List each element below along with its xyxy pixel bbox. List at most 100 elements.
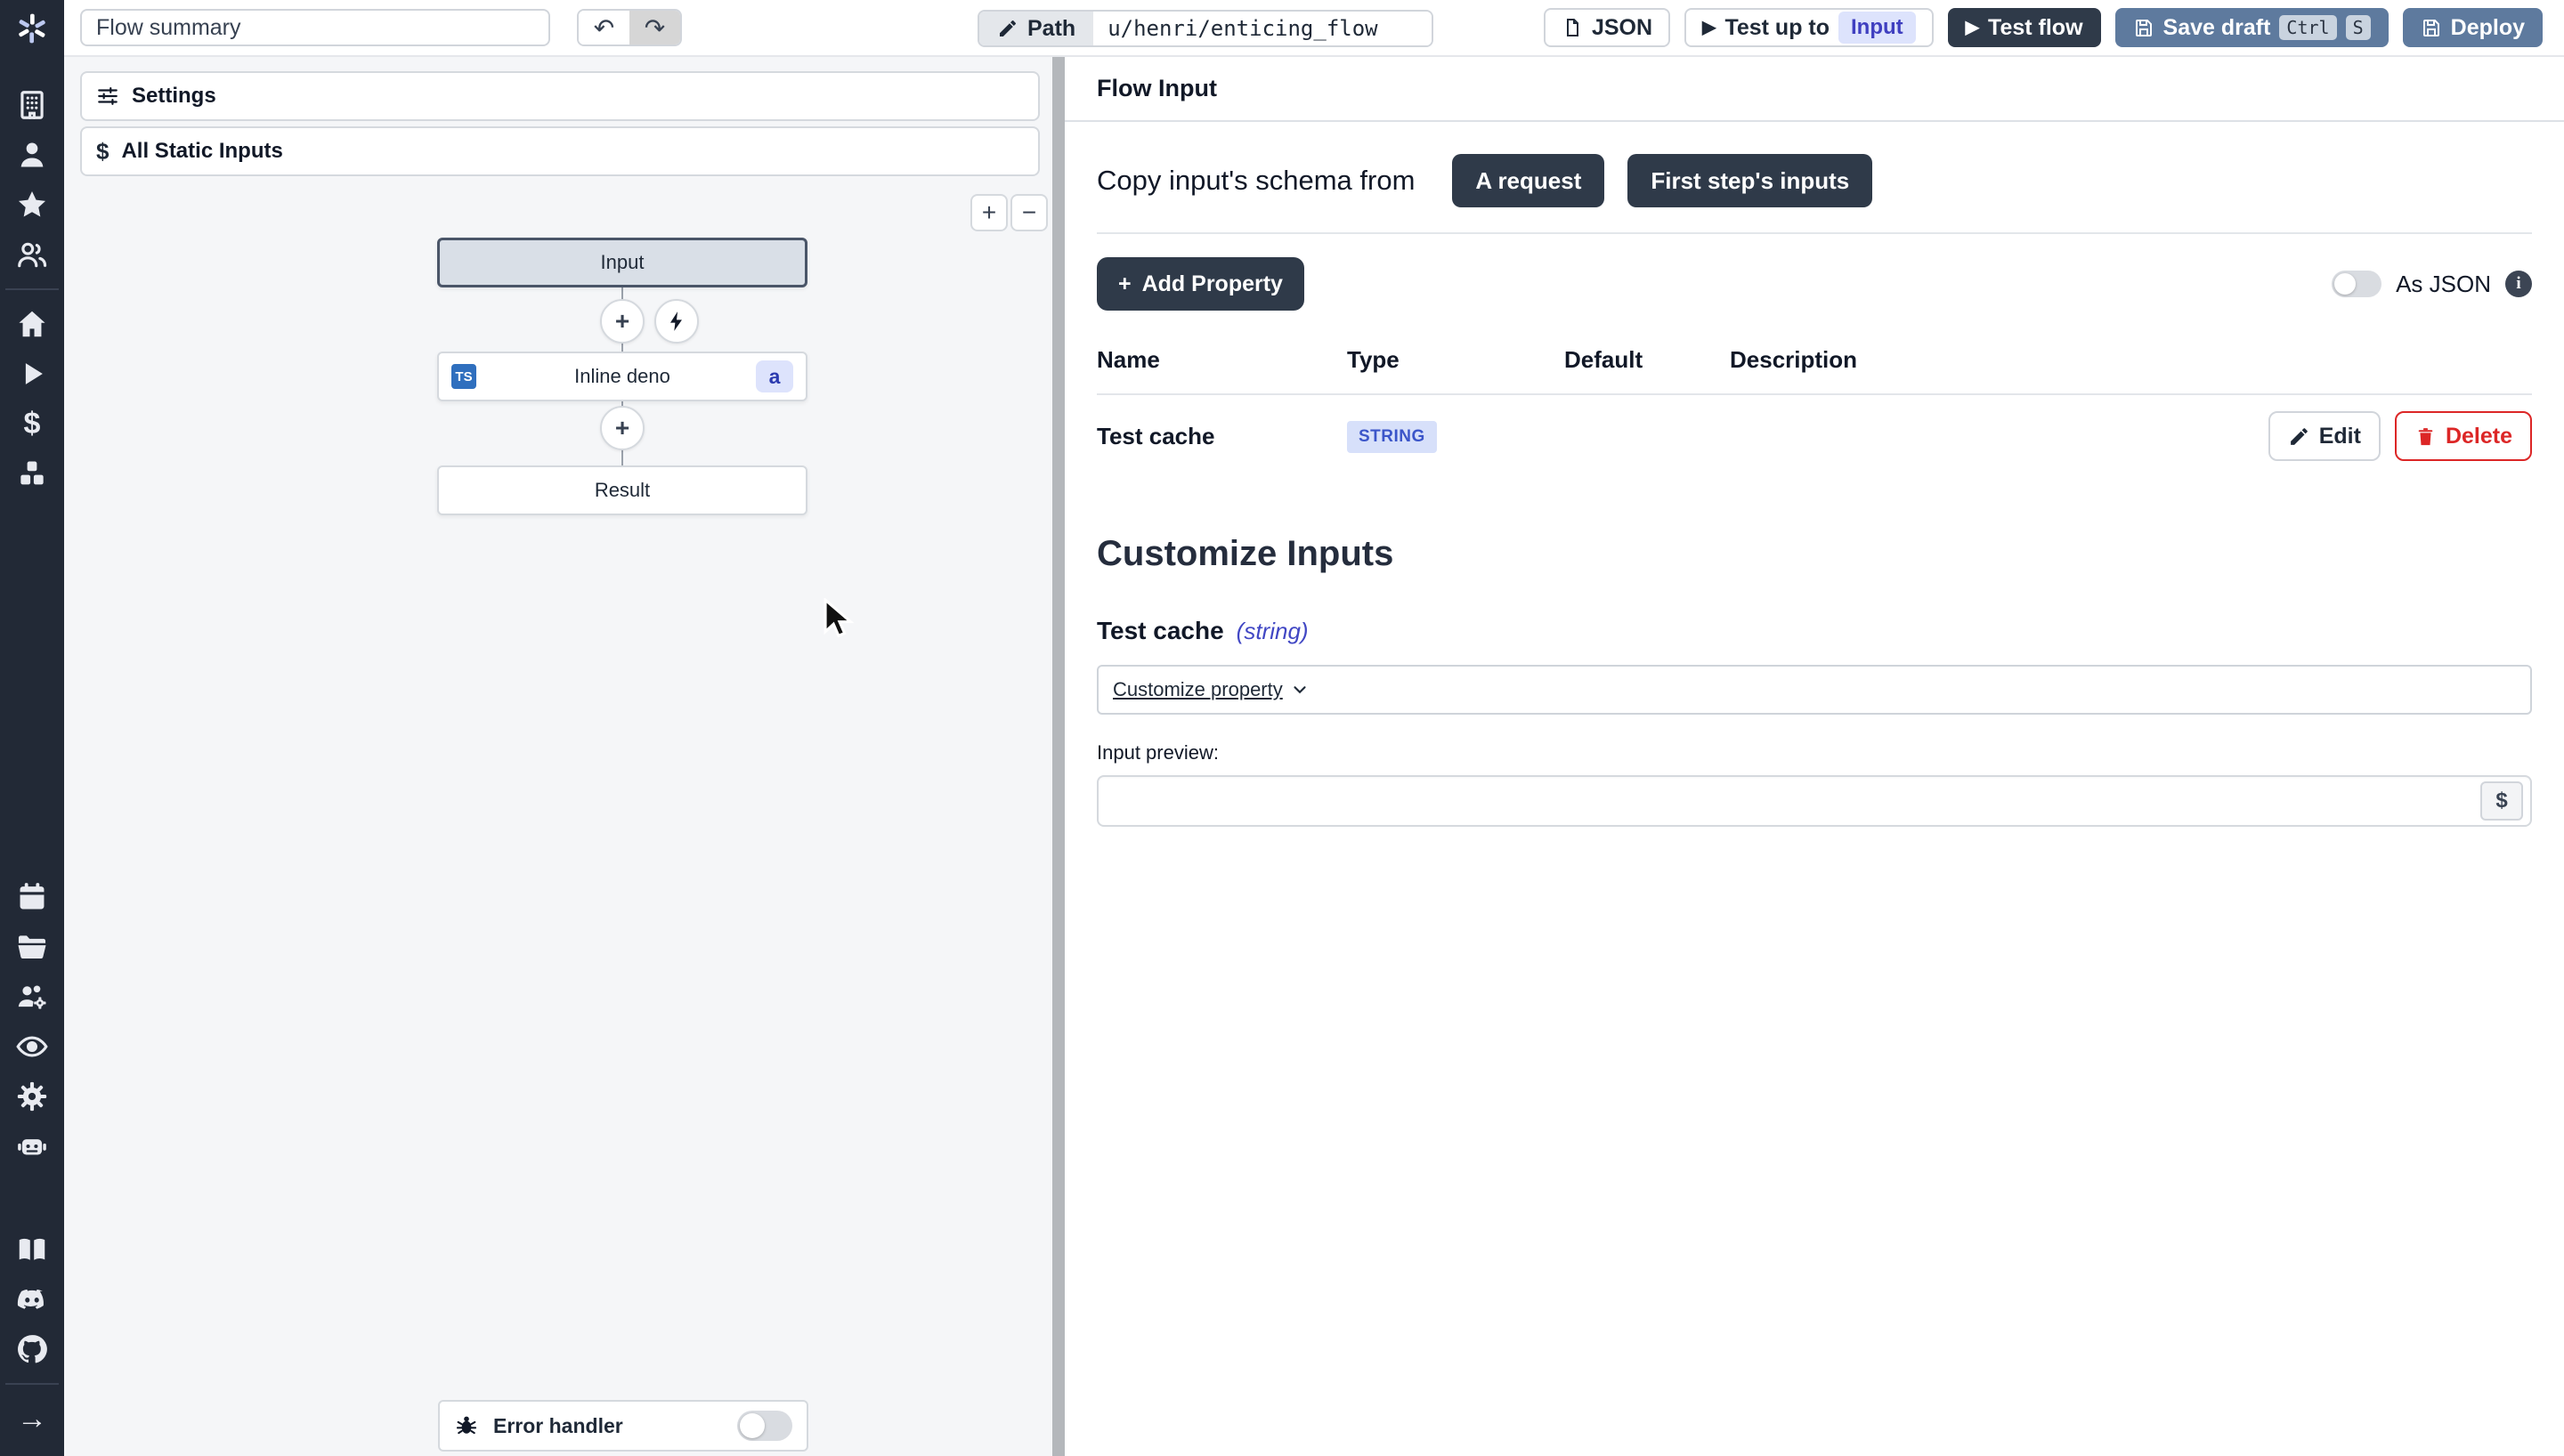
discord-icon[interactable]	[0, 1274, 64, 1324]
deploy-button[interactable]: Deploy	[2403, 8, 2543, 47]
ai-robot-icon[interactable]	[0, 1121, 64, 1171]
audit-eye-icon[interactable]	[0, 1022, 64, 1072]
flow-settings-row[interactable]: Settings	[80, 71, 1040, 121]
info-glyph: i	[2516, 274, 2520, 294]
all-static-inputs-label: All Static Inputs	[121, 139, 282, 164]
docs-book-icon[interactable]	[0, 1225, 64, 1274]
topbar: ↶ ↷ Path JSON ▶ Test up to Input	[64, 0, 2564, 57]
col-header-description: Description	[1730, 346, 2283, 374]
as-json-toggle[interactable]	[2332, 271, 2381, 297]
add-property-label: Add Property	[1142, 271, 1283, 297]
windmill-logo-icon	[14, 11, 50, 46]
folders-icon[interactable]	[0, 922, 64, 972]
col-header-default: Default	[1564, 346, 1730, 374]
flow-summary-input[interactable]	[80, 9, 550, 46]
flow-input-panel: Flow Input Copy input's schema from A re…	[1065, 57, 2564, 1456]
path-label[interactable]: Path	[979, 12, 1093, 45]
undo-icon: ↶	[594, 13, 614, 43]
save-icon	[2421, 17, 2442, 38]
delete-label: Delete	[2446, 424, 2512, 449]
play-icon: ▶	[1702, 19, 1716, 36]
test-up-to-label: Test up to	[1724, 15, 1830, 41]
copy-from-first-step-button[interactable]: First step's inputs	[1627, 154, 1872, 207]
copy-from-request-button[interactable]: A request	[1452, 154, 1604, 207]
bug-icon	[454, 1413, 479, 1438]
section-divider	[1097, 232, 2532, 234]
delete-property-button[interactable]: Delete	[2395, 411, 2532, 461]
workspace-building-icon[interactable]	[0, 80, 64, 130]
flow-node-result[interactable]: Result	[437, 465, 807, 515]
customize-property-label: Customize property	[1113, 678, 1283, 701]
variables-dollar-icon[interactable]: $	[0, 399, 64, 449]
field-type: (string)	[1237, 618, 1309, 645]
field-title: Test cache (string)	[1097, 617, 2532, 645]
redo-icon: ↷	[645, 13, 665, 43]
input-preview-label: Input preview:	[1097, 741, 2532, 764]
error-handler-row[interactable]: Error handler	[438, 1400, 808, 1452]
schema-table-header: Name Type Default Description	[1097, 346, 2532, 395]
info-icon[interactable]: i	[2505, 271, 2532, 297]
plus-icon: +	[1118, 271, 1132, 297]
error-handler-toggle[interactable]	[737, 1411, 792, 1441]
json-button-label: JSON	[1592, 15, 1652, 41]
input-preview-field[interactable]	[1113, 788, 2480, 814]
input-preview-box: $	[1097, 775, 2532, 827]
pencil-icon	[2288, 425, 2310, 448]
save-icon	[2133, 17, 2154, 38]
save-draft-label: Save draft	[2163, 15, 2271, 41]
trash-icon	[2414, 425, 2437, 448]
add-property-row: + Add Property As JSON i	[1097, 257, 2532, 311]
schema-table: Name Type Default Description Test cache…	[1097, 346, 2532, 477]
home-icon[interactable]	[0, 299, 64, 349]
dollar-insert-button[interactable]: $	[2480, 781, 2523, 821]
step-id-badge: a	[756, 360, 793, 392]
schedules-calendar-icon[interactable]	[0, 872, 64, 922]
star-favorites-icon[interactable]	[0, 180, 64, 230]
copy-schema-row: Copy input's schema from A request First…	[1097, 154, 2532, 207]
as-json-label: As JSON	[2396, 271, 2491, 298]
test-up-to-button[interactable]: ▶ Test up to Input	[1684, 8, 1934, 47]
flow-node-step-label: Inline deno	[574, 365, 670, 388]
flow-node-input[interactable]: Input	[437, 238, 807, 287]
zoom-in-button[interactable]: +	[970, 194, 1008, 231]
redo-button[interactable]: ↷	[629, 11, 680, 44]
path-label-text: Path	[1027, 16, 1075, 42]
undo-button[interactable]: ↶	[579, 11, 629, 44]
edit-label: Edit	[2319, 424, 2361, 449]
rail-divider	[5, 288, 59, 290]
flow-node-input-label: Input	[601, 251, 645, 274]
resources-cubes-icon[interactable]	[0, 449, 64, 498]
add-step-button[interactable]: +	[600, 299, 645, 344]
test-flow-button[interactable]: ▶ Test flow	[1948, 8, 2101, 47]
flow-settings-label: Settings	[132, 84, 216, 109]
groups-icon[interactable]	[0, 230, 64, 279]
flow-node-step[interactable]: TS Inline deno a	[437, 352, 807, 401]
windmill-logo[interactable]	[0, 0, 64, 57]
json-file-icon	[1562, 17, 1583, 38]
all-static-inputs-row[interactable]: $ All Static Inputs	[80, 126, 1040, 176]
left-nav-rail: $	[0, 0, 64, 1456]
runs-play-icon[interactable]	[0, 349, 64, 399]
flow-graph-panel: Settings $ All Static Inputs + − Input +…	[64, 57, 1052, 1456]
zoom-out-button[interactable]: −	[1010, 194, 1048, 231]
save-draft-button[interactable]: Save draft Ctrl S	[2115, 8, 2389, 47]
typescript-badge: TS	[451, 364, 476, 389]
workers-group-icon[interactable]	[0, 972, 64, 1022]
field-name: Test cache	[1097, 617, 1224, 645]
edit-property-button[interactable]: Edit	[2268, 411, 2381, 461]
add-step-button[interactable]: +	[600, 406, 645, 450]
json-button[interactable]: JSON	[1544, 8, 1670, 47]
collapse-arrow-icon[interactable]: →	[0, 1394, 64, 1444]
panel-resize-handle[interactable]	[1052, 57, 1065, 1456]
copy-schema-label: Copy input's schema from	[1097, 165, 1415, 197]
user-icon[interactable]	[0, 130, 64, 180]
github-icon[interactable]	[0, 1324, 64, 1374]
add-trigger-button[interactable]	[654, 299, 699, 344]
minus-icon: −	[1022, 198, 1036, 227]
settings-gear-icon[interactable]	[0, 1072, 64, 1121]
customize-property-box: Customize property	[1097, 665, 2532, 715]
customize-property-toggle[interactable]: Customize property	[1113, 678, 1310, 701]
add-property-button[interactable]: + Add Property	[1097, 257, 1304, 311]
path-input[interactable]	[1093, 12, 1432, 45]
rail-divider	[5, 1383, 59, 1385]
